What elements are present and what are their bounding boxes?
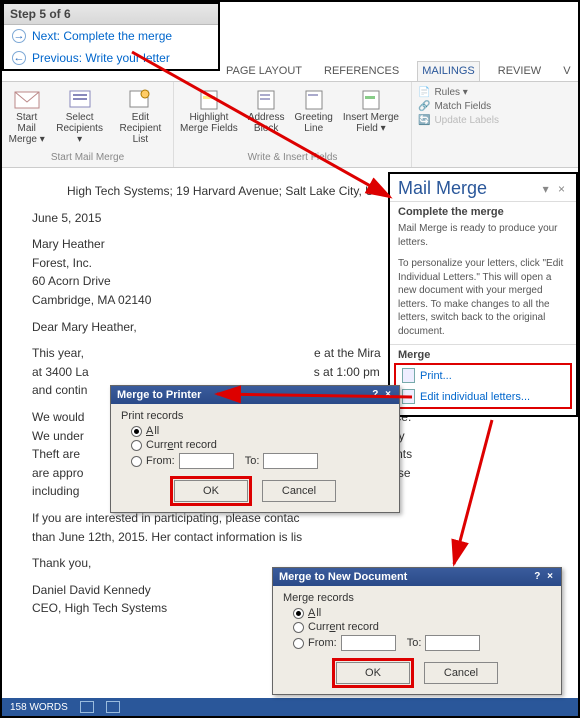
dlg1-cancel-button[interactable]: Cancel [262,480,336,502]
highlight-icon [195,86,223,112]
dlg1-from-input[interactable] [179,453,234,469]
wizard-prev-link[interactable]: ← Previous: Write your letter [4,47,218,69]
tab-view[interactable]: V [559,62,574,81]
tab-mailings[interactable]: MAILINGS [417,61,480,81]
merge-to-new-document-dialog: Merge to New Document ? × Merge records … [272,567,562,695]
dlg1-radio-all[interactable]: All [121,424,389,438]
match-fields-button[interactable]: 🔗Match Fields [418,100,499,113]
doc-p3l2: than June 12th, 2015. Her contact inform… [32,528,548,547]
edit-recipient-list-button[interactable]: Edit Recipient List [114,84,167,145]
track-changes-icon[interactable] [106,701,120,713]
wizard-next-link[interactable]: → Next: Complete the merge [4,25,218,47]
dlg1-titlebar: Merge to Printer ? × [111,386,399,404]
dlg2-from-input[interactable] [341,635,396,651]
radio-icon [293,608,304,619]
dlg1-radio-current[interactable]: Current record [121,438,389,452]
greeting-line-button[interactable]: Greeting Line [295,84,333,134]
ribbon-right-options: 📄Rules ▾ 🔗Match Fields 🔄Update Labels [412,82,505,167]
dlg2-titlebar: Merge to New Document ? × [273,568,561,586]
ribbon-group-start: Start Mail Merge [8,152,167,165]
dlg1-section: Print records [121,410,389,422]
dlg2-controls[interactable]: ? × [534,571,555,583]
arrow-right-icon: → [12,29,26,43]
edit-doc-icon [402,389,415,404]
insert-field-icon [357,86,385,112]
radio-icon [131,426,142,437]
print-doc-icon [402,368,415,383]
dlg2-radio-current[interactable]: Current record [283,620,551,634]
tab-review[interactable]: REVIEW [494,62,545,81]
insert-merge-field-button[interactable]: Insert Merge Field ▾ [343,84,399,134]
wizard-step-header: Step 5 of 6 [4,4,218,25]
dlg2-to-input[interactable] [425,635,480,651]
wizard-step-panel: Step 5 of 6 → Next: Complete the merge ←… [2,2,220,71]
wizard-next-label: Next: Complete the merge [32,29,172,43]
update-icon: 🔄 [418,115,430,126]
mail-merge-title: Mail Merge ▾ × [390,174,576,201]
ribbon-group-write: Write & Insert Fields [180,152,405,165]
update-labels-button: 🔄Update Labels [418,114,499,127]
dlg1-ok-button[interactable]: OK [174,480,248,502]
word-count[interactable]: 158 WORDS [10,702,68,713]
match-icon: 🔗 [418,101,430,112]
rules-button[interactable]: 📄Rules ▾ [418,86,499,99]
mm-subheading-merge: Merge [390,344,576,363]
dlg2-section: Merge records [283,592,551,604]
rules-icon: 📄 [418,87,430,98]
start-mail-merge-button[interactable]: Start Mail Merge ▾ [8,84,45,145]
pane-close-icon[interactable]: ▾ × [543,182,568,196]
edit-list-icon [126,86,154,112]
merge-to-printer-dialog: Merge to Printer ? × Print records All C… [110,385,400,513]
status-bar: 158 WORDS [2,698,578,716]
dlg1-radio-from[interactable]: From: To: [121,452,389,470]
dlg2-radio-all[interactable]: All [283,606,551,620]
tab-references[interactable]: REFERENCES [320,62,403,81]
arrow-left-icon: ← [12,51,26,65]
address-icon [252,86,280,112]
recipients-icon [66,86,94,112]
mm-edit-letters-link[interactable]: Edit individual letters... [396,386,570,407]
mm-merge-links-box: Print... Edit individual letters... [394,363,572,409]
radio-icon [131,456,142,467]
radio-icon [131,440,142,451]
mm-body-ready: Mail Merge is ready to produce your lett… [390,220,576,255]
dlg2-ok-button[interactable]: OK [336,662,410,684]
ribbon: Start Mail Merge ▾ Select Recipients ▾ E… [2,82,578,168]
select-recipients-button[interactable]: Select Recipients ▾ [55,84,103,145]
tab-page-layout[interactable]: PAGE LAYOUT [222,62,306,81]
dlg1-to-input[interactable] [263,453,318,469]
address-block-button[interactable]: Address Block [248,84,285,134]
highlight-merge-fields-button[interactable]: Highlight Merge Fields [180,84,238,134]
greeting-icon [300,86,328,112]
mm-body-personalize: To personalize your letters, click "Edit… [390,255,576,344]
dlg2-radio-from[interactable]: From: To: [283,634,551,652]
mm-print-link[interactable]: Print... [396,365,570,386]
mm-subheading-complete: Complete the merge [390,201,576,220]
mail-merge-pane: Mail Merge ▾ × Complete the merge Mail M… [388,172,578,417]
proofing-icon[interactable] [80,701,94,713]
radio-icon [293,622,304,633]
envelope-icon [13,86,41,112]
radio-icon [293,638,304,649]
wizard-prev-label: Previous: Write your letter [32,51,170,65]
dlg1-controls[interactable]: ? × [372,389,393,401]
dlg2-cancel-button[interactable]: Cancel [424,662,498,684]
